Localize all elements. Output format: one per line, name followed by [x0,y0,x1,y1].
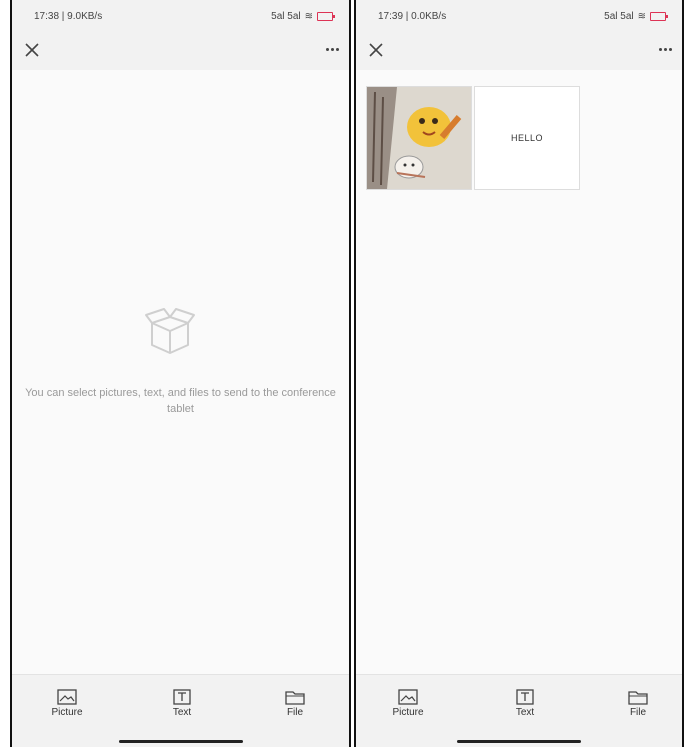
title-bar [356,34,682,70]
status-time: 17:38 | 9.0KB/s [34,11,103,22]
more-options-icon[interactable] [326,48,339,51]
text-tab[interactable]: Text [152,689,212,718]
empty-content-area: You can select pictures, text, and files… [12,70,349,675]
picture-icon [57,689,77,705]
empty-message: You can select pictures, text, and files… [25,387,336,415]
text-icon [516,689,534,705]
signal-text: 5al 5al [271,11,301,22]
text-thumbnail-content: HELLO [510,133,543,143]
battery-icon [650,12,668,21]
battery-icon [317,12,335,21]
status-bar: 17:39 | 0.0KB/s 5al 5al ≋ [356,0,682,34]
file-tab-label: File [286,707,304,718]
close-icon[interactable] [22,40,42,60]
cartoon-image-thumbnail [367,87,471,189]
right-screen: 17:39 | 0.0KB/s 5al 5al ≋ HELLO Picture … [354,0,684,747]
file-tab[interactable]: File [265,689,325,718]
wifi-icon: ≋ [304,11,313,22]
bottom-toolbar: Picture Text File [356,674,682,747]
picture-tab[interactable]: Picture [37,689,97,718]
picture-tab[interactable]: Picture [378,689,438,718]
status-signals: 5al 5al ≋ [271,11,335,22]
status-signals: 5al 5al ≋ [604,11,668,22]
picture-tab-label: Picture [392,707,424,718]
folder-icon [285,691,305,705]
home-indicator[interactable] [118,740,243,743]
empty-box-icon [145,308,195,354]
image-thumbnail[interactable] [366,86,472,190]
text-thumbnail[interactable]: HELLO [474,86,580,190]
picture-icon [398,689,418,705]
wifi-icon: ≋ [637,11,646,22]
picture-tab-label: Picture [51,707,83,718]
title-bar [12,34,349,70]
text-tab[interactable]: Text [495,689,555,718]
folder-icon [628,691,648,705]
left-screen: 17:38 | 9.0KB/s 5al 5al ≋ You can select… [10,0,351,747]
text-tab-label: Text [515,707,535,718]
home-indicator[interactable] [457,740,581,743]
more-options-icon[interactable] [659,48,672,51]
bottom-toolbar: Picture Text File [12,674,349,747]
signal-text: 5al 5al [604,11,634,22]
status-time: 17:39 | 0.0KB/s [378,11,447,22]
file-tab[interactable]: File [608,689,668,718]
text-tab-label: Text [172,707,192,718]
selected-items-area: HELLO [356,70,682,675]
close-icon[interactable] [366,40,386,60]
status-bar: 17:38 | 9.0KB/s 5al 5al ≋ [12,0,349,34]
text-icon [173,689,191,705]
file-tab-label: File [629,707,647,718]
